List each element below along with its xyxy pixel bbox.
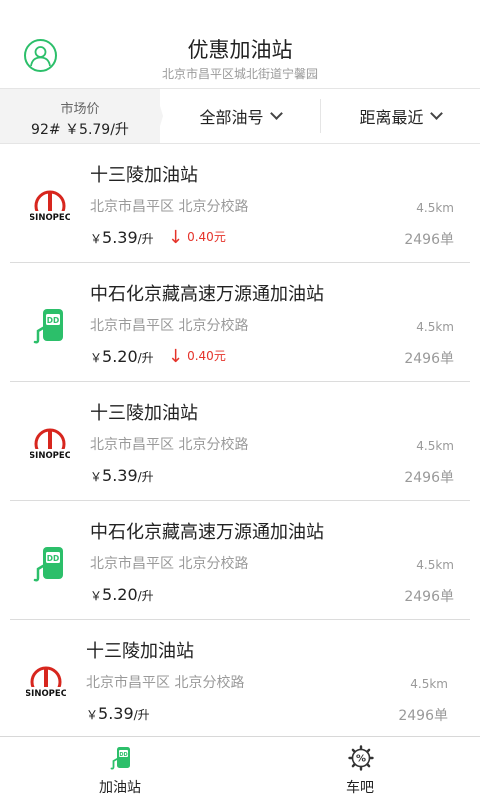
station-price: ￥5.39/升 [90, 228, 154, 247]
price-value: 5.20 [102, 585, 138, 604]
station-address: 北京市昌平区 北京分校路 [90, 556, 249, 572]
discount-gear-icon: % [348, 745, 374, 771]
market-price-value: 92# ￥5.79/升 [31, 122, 129, 138]
row-divider [10, 500, 470, 501]
down-arrow-icon: ↓ [168, 346, 184, 367]
station-card[interactable]: SINOPEC 十三陵加油站 北京市昌平区 北京分校路 4.5km ￥5.39/… [0, 621, 480, 739]
tab-label: 加油站 [99, 780, 141, 796]
tab-gas-station[interactable]: DD 加油站 [0, 737, 240, 800]
station-price: ￥5.39/升 [86, 704, 150, 723]
price-value: 5.39 [102, 228, 138, 247]
station-distance: 4.5km [416, 320, 454, 334]
tab-label: 车吧 [346, 780, 374, 796]
station-distance: 4.5km [416, 439, 454, 453]
order-count: 2496单 [404, 589, 454, 605]
top-header: 优惠加油站 北京市昌平区城北街道宁馨园 [0, 0, 480, 88]
station-card[interactable]: SINOPEC 十三陵加油站 北京市昌平区 北京分校路 4.5km ￥5.39/… [0, 383, 480, 501]
svg-text:SINOPEC: SINOPEC [30, 213, 70, 223]
chevron-down-icon [269, 107, 283, 120]
location-subtitle[interactable]: 北京市昌平区城北街道宁馨园 [0, 65, 480, 82]
filter-bar: 市场价 92# ￥5.79/升 全部油号 距离最近 [0, 88, 480, 144]
price-value: 5.20 [102, 347, 138, 366]
station-name: 十三陵加油站 [90, 403, 198, 424]
price-value: 5.39 [102, 466, 138, 485]
sort-label: 距离最近 [359, 108, 424, 127]
dd-pump-logo-icon: DD [30, 306, 70, 346]
station-distance: 4.5km [416, 558, 454, 572]
station-name: 十三陵加油站 [90, 165, 198, 186]
price-unit: /升 [137, 351, 154, 365]
price-unit: /升 [133, 708, 150, 722]
svg-text:SINOPEC: SINOPEC [26, 689, 66, 699]
dd-pump-logo-icon: DD [30, 544, 70, 584]
price-drop-amount: 0.40元 [187, 349, 226, 363]
station-name: 中石化京藏高速万源通加油站 [90, 284, 324, 305]
station-price: ￥5.20/升 [90, 347, 154, 366]
svg-text:%: % [356, 754, 366, 765]
oil-type-label: 全部油号 [199, 108, 264, 127]
market-price-panel: 市场价 92# ￥5.79/升 [0, 89, 160, 143]
station-distance: 4.5km [416, 201, 454, 215]
sinopec-logo-icon: SINOPEC [25, 663, 67, 703]
svg-text:SINOPEC: SINOPEC [30, 451, 70, 461]
station-distance: 4.5km [410, 677, 448, 691]
price-drop: ↓ 0.40元 [168, 227, 226, 248]
row-divider [10, 619, 470, 620]
sort-dropdown[interactable]: 距离最近 [320, 89, 480, 143]
down-arrow-icon: ↓ [168, 227, 184, 248]
sinopec-logo-icon: SINOPEC [29, 425, 71, 465]
market-price-label: 市场价 [60, 102, 100, 117]
svg-text:DD: DD [47, 554, 59, 563]
row-divider [10, 262, 470, 263]
currency-symbol: ￥ [90, 232, 103, 246]
tab-car-bar[interactable]: % 车吧 [240, 737, 480, 800]
station-address: 北京市昌平区 北京分校路 [90, 318, 249, 334]
oil-type-dropdown[interactable]: 全部油号 [160, 89, 320, 143]
order-count: 2496单 [404, 470, 454, 486]
price-drop: ↓ 0.40元 [168, 346, 226, 367]
price-unit: /升 [137, 470, 154, 484]
station-card[interactable]: DD 中石化京藏高速万源通加油站 北京市昌平区 北京分校路 4.5km ￥5.2… [0, 264, 480, 382]
sinopec-logo-icon: SINOPEC [29, 187, 71, 227]
chevron-down-icon [429, 107, 443, 120]
station-price: ￥5.39/升 [90, 466, 154, 485]
station-name: 中石化京藏高速万源通加油站 [90, 522, 324, 543]
svg-text:DD: DD [119, 752, 127, 758]
station-price: ￥5.20/升 [90, 585, 154, 604]
price-drop-amount: 0.40元 [187, 230, 226, 244]
bottom-tab-bar: DD 加油站 % 车吧 [0, 736, 480, 800]
price-unit: /升 [137, 589, 154, 603]
currency-symbol: ￥ [86, 708, 99, 722]
fuel-pump-icon: DD [108, 745, 134, 771]
svg-text:DD: DD [47, 316, 59, 325]
currency-symbol: ￥ [90, 470, 103, 484]
currency-symbol: ￥ [90, 589, 103, 603]
order-count: 2496单 [398, 708, 448, 724]
station-card[interactable]: SINOPEC 十三陵加油站 北京市昌平区 北京分校路 4.5km ￥5.39/… [0, 145, 480, 263]
price-value: 5.39 [98, 704, 134, 723]
page-title: 优惠加油站 [187, 38, 293, 62]
order-count: 2496单 [404, 232, 454, 248]
price-unit: /升 [137, 232, 154, 246]
station-address: 北京市昌平区 北京分校路 [90, 437, 249, 453]
station-address: 北京市昌平区 北京分校路 [86, 675, 245, 691]
currency-symbol: ￥ [90, 351, 103, 365]
row-divider [10, 381, 470, 382]
station-address: 北京市昌平区 北京分校路 [90, 199, 249, 215]
order-count: 2496单 [404, 351, 454, 367]
station-name: 十三陵加油站 [86, 641, 194, 662]
station-card[interactable]: DD 中石化京藏高速万源通加油站 北京市昌平区 北京分校路 4.5km ￥5.2… [0, 502, 480, 620]
